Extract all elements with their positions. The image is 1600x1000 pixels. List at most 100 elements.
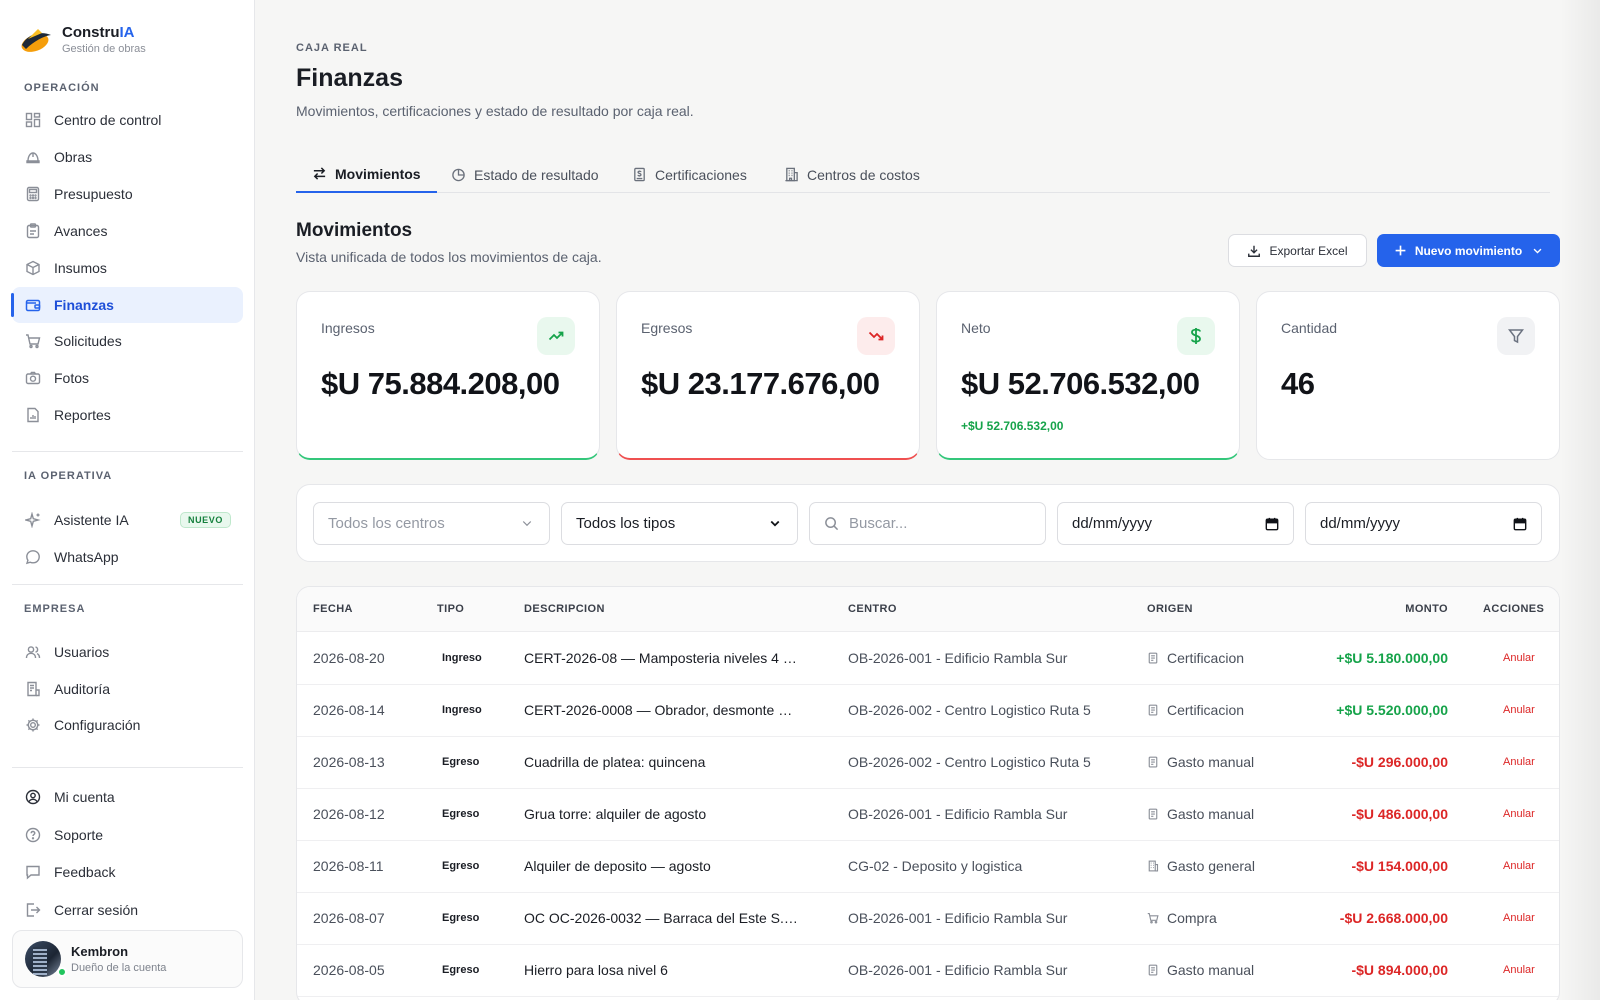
date-to-input[interactable]: dd/mm/yyyy [1305,502,1542,545]
column-header-descripcion[interactable]: DESCRIPCION [524,603,605,615]
plus-icon [1394,244,1407,257]
sidebar-item-centro-de-control[interactable]: Centro de control [12,102,243,138]
cell-monto: -$U 2.668.000,00 [1339,910,1448,926]
anular-link[interactable]: Anular [1503,912,1535,924]
tab-estado-de-resultado[interactable]: Estado de resultado [435,156,615,193]
sidebar-item-soporte[interactable]: Soporte [12,817,243,853]
sidebar-item-cerrar-sesion[interactable]: Cerrar sesión [12,892,243,928]
sidebar-item-usuarios[interactable]: Usuarios [12,634,243,670]
anular-link[interactable]: Anular [1503,652,1535,664]
table-row[interactable]: 2026-08-12 Egreso Grua torre: alquiler de … [297,788,1559,841]
cell-tipo: Egreso [442,964,480,976]
search-input[interactable]: Buscar... [809,502,1046,545]
building-icon [784,167,799,182]
cell-tipo: Ingreso [442,652,482,664]
cell-monto: -$U 296.000,00 [1351,754,1448,770]
document-dollar-icon [632,167,647,182]
sidebar-divider [12,767,243,768]
cell-descripcion[interactable]: Cuadrilla de platea: quincena [524,754,814,770]
cell-centro: OB-2026-002 - Centro Logistico Ruta 5 [848,754,1091,770]
sidebar-item-avances[interactable]: Avances [12,213,243,249]
cell-origen: Compra [1147,910,1217,926]
column-header-tipo[interactable]: TIPO [437,603,464,615]
section-subtitle: Vista unificada de todos los movimientos… [296,249,602,265]
sidebar-item-mi-cuenta[interactable]: Mi cuenta [12,779,243,815]
trend-down-icon [857,317,895,355]
table-row[interactable]: 2026-08-11 Egreso Alquiler de deposito — a… [297,840,1559,893]
chevron-down-icon [769,517,783,531]
cell-descripcion[interactable]: OC OC-2026-0032 — Barraca del Este S.… [524,910,814,926]
column-header-fecha[interactable]: FECHA [313,603,353,615]
date-from-input[interactable]: dd/mm/yyyy [1057,502,1294,545]
cell-centro: OB-2026-001 - Edificio Rambla Sur [848,806,1068,822]
sidebar-item-label: Insumos [54,260,107,276]
logout-icon [24,902,41,919]
table-row[interactable]: 2026-08-14 Ingreso CERT-2026-0008 — Obrado… [297,684,1559,737]
kpi-label: Cantidad [1281,320,1338,336]
sidebar-item-obras[interactable]: Obras [12,139,243,175]
sidebar-item-presupuesto[interactable]: Presupuesto [12,176,243,212]
helmet-icon [24,149,41,166]
cell-fecha: 2026-08-12 [313,806,385,822]
anular-link[interactable]: Anular [1503,704,1535,716]
column-header-monto[interactable]: MONTO [1405,603,1448,615]
centro-select-value: Todos los centros [328,515,445,532]
cell-descripcion[interactable]: Alquiler de deposito — agosto [524,858,814,874]
tipo-select[interactable]: Todos los tipos [561,502,798,545]
sidebar-item-label: WhatsApp [54,549,119,565]
cell-descripcion[interactable]: CERT-2026-08 — Mamposteria niveles 4 … [524,650,814,666]
cell-origen: Certificacion [1147,650,1244,666]
sidebar-item-whatsapp[interactable]: WhatsApp [12,539,243,575]
right-edge-shadow [1560,0,1600,1000]
box-icon [24,260,41,277]
sidebar-item-asistente-ia[interactable]: Asistente IA NUEVO [12,502,243,538]
sidebar-item-feedback[interactable]: Feedback [12,854,243,890]
sidebar-item-insumos[interactable]: Insumos [12,250,243,286]
table-row[interactable]: 2026-08-07 Egreso OC OC-2026-0032 — Barrac… [297,892,1559,945]
anular-link[interactable]: Anular [1503,860,1535,872]
cell-descripcion[interactable]: CERT-2026-0008 — Obrador, desmonte … [524,702,814,718]
table-header: FECHA TIPO DESCRIPCION CENTRO ORIGEN MON… [297,587,1559,632]
cell-descripcion[interactable]: Hierro para losa nivel 6 [524,962,814,978]
sidebar-divider [12,451,243,452]
table-row[interactable]: 2026-08-13 Egreso Cuadrilla de platea: qui… [297,736,1559,789]
sidebar-item-configuracion[interactable]: Configuración [12,707,243,743]
cell-descripcion[interactable]: Grua torre: alquiler de agosto [524,806,814,822]
sidebar-item-label: Configuración [54,717,141,733]
document-icon [1147,704,1159,716]
cell-centro: OB-2026-001 - Edificio Rambla Sur [848,650,1068,666]
anular-link[interactable]: Anular [1503,808,1535,820]
column-header-origen[interactable]: ORIGEN [1147,603,1193,615]
tab-centros-de-costos[interactable]: Centros de costos [768,156,936,193]
tab-label: Centros de costos [807,166,920,183]
sidebar-item-finanzas[interactable]: Finanzas [11,287,243,323]
tab-certificaciones[interactable]: Certificaciones [616,156,763,193]
brand[interactable]: ConstruIA Gestión de obras [18,24,146,55]
cell-monto: +$U 5.520.000,00 [1336,702,1448,718]
kpi-neto: Neto $U 52.706.532,00 +$U 52.706.532,00 [936,291,1240,460]
sidebar-item-solicitudes[interactable]: Solicitudes [12,323,243,359]
user-card[interactable]: Kembron Dueño de la cuenta [12,930,243,988]
sidebar-item-label: Feedback [54,864,116,880]
movements-table: FECHA TIPO DESCRIPCION CENTRO ORIGEN MON… [296,586,1560,1000]
column-header-centro[interactable]: CENTRO [848,603,897,615]
brand-subtitle: Gestión de obras [62,43,146,55]
centro-select[interactable]: Todos los centros [313,502,550,545]
anular-link[interactable]: Anular [1503,964,1535,976]
sidebar-item-auditoria[interactable]: Auditoría [12,671,243,707]
table-row[interactable]: 2026-08-20 Ingreso CERT-2026-08 — Mamposte… [297,632,1559,685]
new-badge: NUEVO [179,512,231,528]
calendar-icon [1265,517,1279,531]
section-label-ia-operativa: IA OPERATIVA [24,470,113,482]
tab-movimientos[interactable]: Movimientos [296,156,437,193]
sidebar-item-fotos[interactable]: Fotos [12,360,243,396]
export-excel-button[interactable]: Exportar Excel [1228,234,1367,267]
table-row[interactable]: 2026-08-05 Egreso Hierro para losa nivel 6… [297,944,1559,997]
camera-icon [24,370,41,387]
receipt-icon [1147,808,1159,820]
brand-name: ConstruIA [62,24,135,41]
sidebar-item-reportes[interactable]: Reportes [12,397,243,433]
anular-link[interactable]: Anular [1503,756,1535,768]
new-movement-button[interactable]: Nuevo movimiento [1377,234,1560,267]
chevron-down-icon [521,517,535,531]
